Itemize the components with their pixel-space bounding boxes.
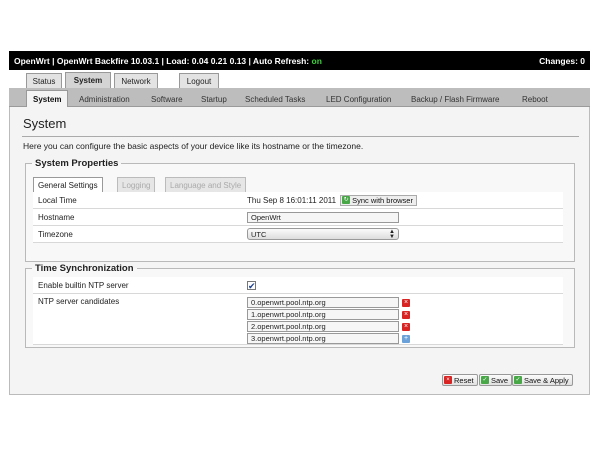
remove-icon[interactable]: × <box>402 310 410 319</box>
sync-with-browser-button[interactable]: ↻ Sync with browser <box>340 194 417 206</box>
save-label: Save <box>491 375 509 385</box>
remove-icon[interactable]: × <box>402 322 410 331</box>
page-title: System <box>23 116 67 131</box>
sync-button-label: Sync with browser <box>352 195 413 205</box>
ntp-server-line: 1.openwrt.pool.ntp.org × <box>247 309 410 320</box>
title-divider <box>22 136 579 137</box>
header-status: OpenWrt | OpenWrt Backfire 10.03.1 | Loa… <box>14 56 539 66</box>
row-timezone: Timezone UTC ▲ ▼ <box>33 226 563 243</box>
subtab-reboot[interactable]: Reboot <box>522 91 548 107</box>
select-arrows-icon: ▲ ▼ <box>389 229 395 240</box>
subtab-software[interactable]: Software <box>151 91 183 107</box>
row-ntp-enable: Enable builtin NTP server ✔ <box>33 277 563 294</box>
main-tabs: Status System Network Logout <box>9 70 590 88</box>
tab-system[interactable]: System <box>65 72 111 88</box>
page-description: Here you can configure the basic aspects… <box>23 141 364 151</box>
tab-language-style[interactable]: Language and Style <box>165 177 247 192</box>
ntp-server-input[interactable]: 3.openwrt.pool.ntp.org <box>247 333 399 344</box>
ntp-server-line: 2.openwrt.pool.ntp.org × <box>247 321 410 332</box>
ntp-server-input[interactable]: 0.openwrt.pool.ntp.org <box>247 297 399 308</box>
subtab-backup-flash[interactable]: Backup / Flash Firmware <box>411 91 499 107</box>
timezone-select[interactable]: UTC ▲ ▼ <box>247 228 399 240</box>
row-local-time: Local Time Thu Sep 8 16:01:11 2011 ↻ Sync… <box>33 192 563 209</box>
row-hostname: Hostname OpenWrt <box>33 209 563 226</box>
subtab-system[interactable]: System <box>26 90 69 107</box>
ntp-server-input[interactable]: 2.openwrt.pool.ntp.org <box>247 321 399 332</box>
remove-icon[interactable]: × <box>402 298 410 307</box>
local-time-value: Thu Sep 8 16:01:11 2011 <box>247 195 337 205</box>
tab-general-settings[interactable]: General Settings <box>33 177 103 192</box>
timezone-value-wrap: UTC ▲ ▼ <box>247 228 399 240</box>
changes-counter[interactable]: Changes: 0 <box>539 56 585 66</box>
header-bar: OpenWrt | OpenWrt Backfire 10.03.1 | Loa… <box>9 51 590 70</box>
subtab-administration[interactable]: Administration <box>79 91 130 107</box>
system-properties-legend: System Properties <box>35 158 119 169</box>
sub-tabs: System Administration Software Startup S… <box>9 88 590 107</box>
time-sync-legend: Time Synchronization <box>35 263 134 274</box>
tab-logging[interactable]: Logging <box>117 177 156 192</box>
timezone-label: Timezone <box>38 229 73 239</box>
ntp-enable-checkbox[interactable]: ✔ <box>247 280 256 290</box>
ntp-server-line: 0.openwrt.pool.ntp.org × <box>247 297 410 308</box>
hostname-input[interactable]: OpenWrt <box>247 211 399 223</box>
reset-label: Reset <box>454 375 474 385</box>
ntp-enable-wrap: ✔ <box>247 280 256 290</box>
subtab-scheduled-tasks[interactable]: Scheduled Tasks <box>245 91 305 107</box>
subtab-led-configuration[interactable]: LED Configuration <box>326 91 391 107</box>
reset-button[interactable]: × Reset <box>442 374 478 386</box>
local-time-value-wrap: Thu Sep 8 16:01:11 2011 ↻ Sync with brows… <box>247 194 417 206</box>
tab-logout[interactable]: Logout <box>179 73 219 88</box>
auto-refresh-toggle[interactable]: on <box>312 56 322 66</box>
hostname-value-wrap: OpenWrt <box>247 211 399 223</box>
local-time-label: Local Time <box>38 195 77 205</box>
save-apply-icon: ✓ <box>514 376 522 384</box>
tab-network[interactable]: Network <box>114 73 158 88</box>
tab-status[interactable]: Status <box>26 73 62 88</box>
save-button[interactable]: ✓ Save <box>479 374 513 386</box>
hostname-label: Hostname <box>38 212 75 222</box>
sync-icon: ↻ <box>342 196 351 204</box>
add-icon[interactable]: + <box>402 334 410 343</box>
ntp-enable-label: Enable builtin NTP server <box>38 280 129 290</box>
header-status-text: OpenWrt | OpenWrt Backfire 10.03.1 | Loa… <box>14 55 312 66</box>
ntp-server-line: 3.openwrt.pool.ntp.org + <box>247 333 410 344</box>
ntp-candidates-label: NTP server candidates <box>38 297 120 306</box>
timezone-selected: UTC <box>251 229 267 239</box>
save-icon: ✓ <box>481 376 489 384</box>
subtab-startup[interactable]: Startup <box>201 91 227 107</box>
save-apply-label: Save & Apply <box>524 375 569 385</box>
save-apply-button[interactable]: ✓ Save & Apply <box>512 374 573 386</box>
ntp-server-input[interactable]: 1.openwrt.pool.ntp.org <box>247 309 399 320</box>
reset-icon: × <box>444 376 452 384</box>
